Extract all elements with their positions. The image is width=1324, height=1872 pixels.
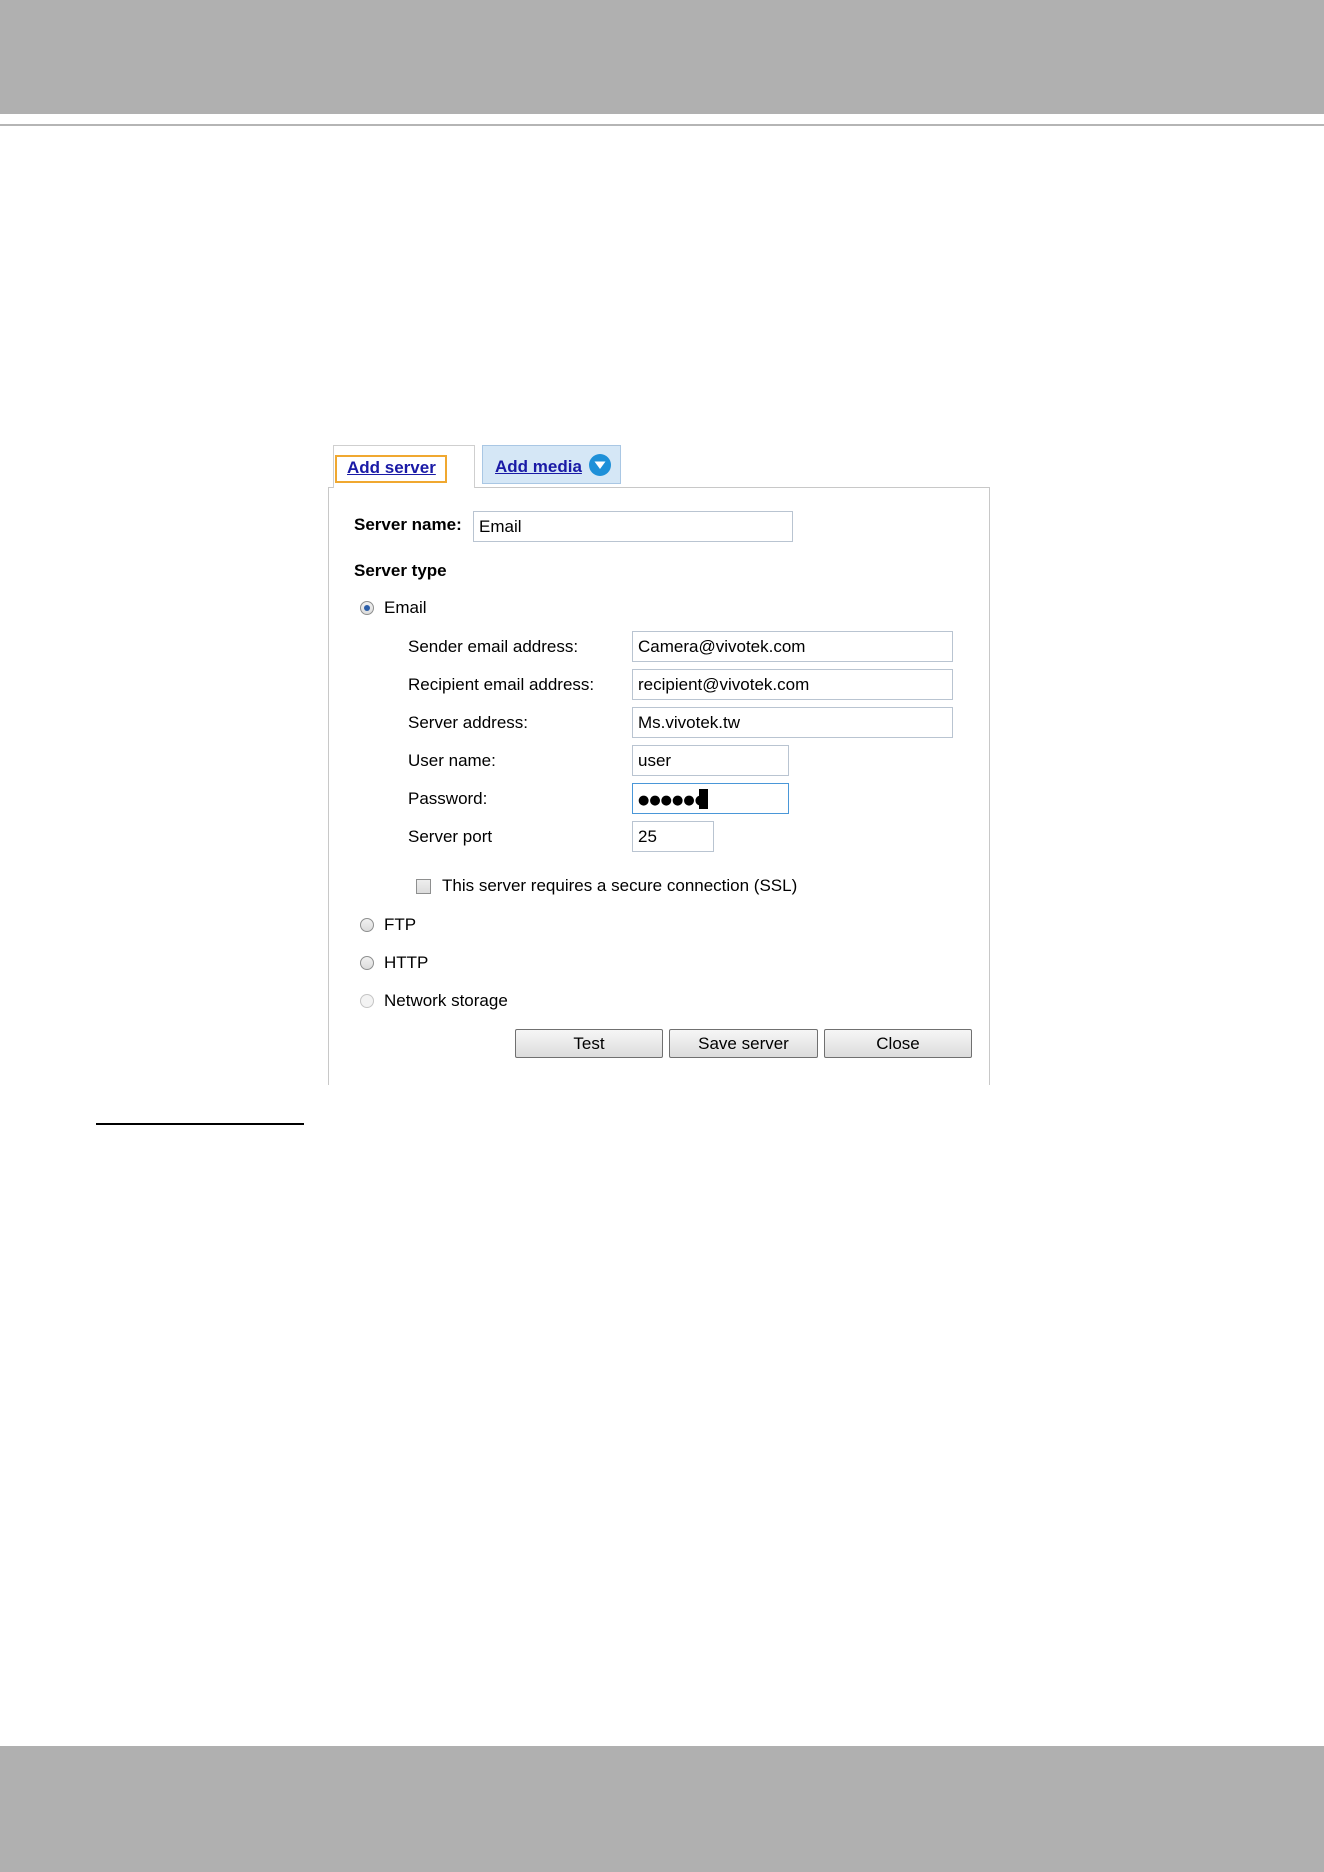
password-label: Password: [408, 789, 488, 808]
close-button[interactable]: Close [824, 1029, 972, 1058]
password-input[interactable]: ●●●●●● [632, 783, 789, 814]
page-footer-band [0, 1746, 1324, 1872]
server-address-input[interactable] [632, 707, 953, 738]
footnote-rule [96, 1123, 304, 1125]
sender-email-input[interactable] [632, 631, 953, 662]
server-name-input[interactable] [473, 511, 793, 542]
server-type-email-label: Email [384, 598, 427, 617]
user-name-input[interactable] [632, 745, 789, 776]
header-divider [0, 124, 1324, 126]
server-port-label: Server port [408, 827, 493, 846]
tab-add-server[interactable]: Add server [333, 445, 475, 488]
recipient-email-input[interactable] [632, 669, 953, 700]
server-settings-panel: Server name: Server type Email Sender em… [328, 487, 990, 1085]
server-port-input[interactable] [632, 821, 714, 852]
server-type-heading: Server type [354, 561, 447, 580]
server-type-ftp-label: FTP [384, 915, 417, 934]
server-type-http-label: HTTP [384, 953, 429, 972]
user-name-label: User name: [408, 751, 496, 770]
sender-email-label: Sender email address: [408, 637, 579, 656]
chevron-down-circle-icon[interactable] [588, 453, 612, 477]
add-server-link[interactable]: Add server [347, 458, 436, 478]
server-type-network-storage-radio[interactable] [360, 994, 374, 1008]
ssl-checkbox[interactable] [416, 879, 431, 894]
recipient-email-label: Recipient email address: [408, 675, 595, 694]
server-type-email-radio[interactable] [360, 601, 374, 615]
server-type-network-storage-label: Network storage [384, 991, 508, 1010]
tab-add-media[interactable]: Add media [482, 445, 621, 484]
ssl-label: This server requires a secure connection… [442, 876, 798, 895]
add-media-link[interactable]: Add media [495, 457, 582, 477]
server-name-label: Server name: [354, 515, 462, 534]
text-cursor [699, 789, 708, 809]
server-type-http-radio[interactable] [360, 956, 374, 970]
password-mask: ●●●●●● [638, 793, 707, 808]
server-type-ftp-radio[interactable] [360, 918, 374, 932]
server-address-label: Server address: [408, 713, 528, 732]
page-header-band [0, 0, 1324, 114]
test-button[interactable]: Test [515, 1029, 663, 1058]
save-server-button[interactable]: Save server [669, 1029, 818, 1058]
